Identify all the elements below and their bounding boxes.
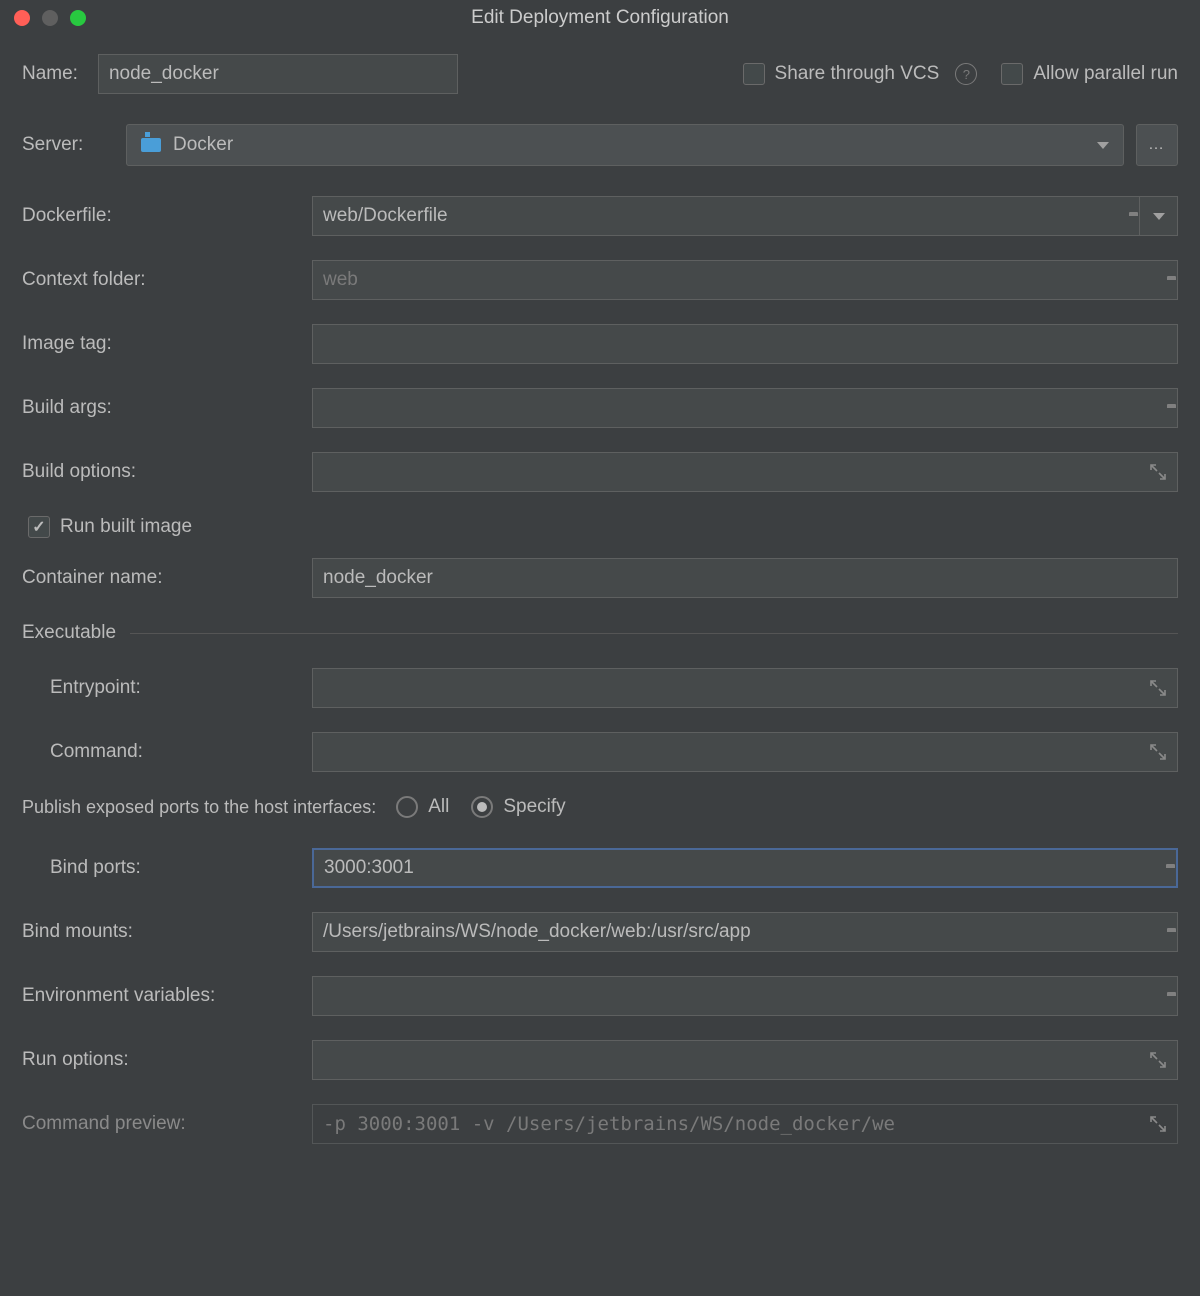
chevron-down-icon xyxy=(1097,142,1109,149)
expand-icon[interactable] xyxy=(1149,1051,1167,1069)
ports-specify-label: Specify xyxy=(503,796,565,818)
publish-ports-label: Publish exposed ports to the host interf… xyxy=(22,797,376,818)
expand-icon[interactable] xyxy=(1149,1115,1167,1133)
bind-ports-input[interactable] xyxy=(312,848,1178,888)
run-options-label: Run options: xyxy=(22,1049,312,1071)
build-options-input[interactable] xyxy=(312,452,1178,492)
build-args-input[interactable] xyxy=(312,388,1178,428)
chevron-down-icon xyxy=(1153,213,1165,220)
run-built-image-checkbox[interactable] xyxy=(28,516,50,538)
ports-all-radio[interactable] xyxy=(396,796,418,818)
dockerfile-input[interactable] xyxy=(312,196,1178,236)
image-tag-label: Image tag: xyxy=(22,333,312,355)
ports-specify-radio[interactable] xyxy=(471,796,493,818)
expand-icon[interactable] xyxy=(1149,743,1167,761)
server-browse-button[interactable]: … xyxy=(1136,124,1178,166)
share-vcs-label: Share through VCS xyxy=(775,63,940,85)
entrypoint-input[interactable] xyxy=(312,668,1178,708)
share-vcs-checkbox[interactable] xyxy=(743,63,765,85)
expand-icon[interactable] xyxy=(1149,679,1167,697)
window-title: Edit Deployment Configuration xyxy=(0,7,1200,29)
dockerfile-label: Dockerfile: xyxy=(22,205,312,227)
command-label: Command: xyxy=(22,741,312,763)
run-built-image-label: Run built image xyxy=(60,516,192,538)
build-args-label: Build args: xyxy=(22,397,312,419)
bind-ports-label: Bind ports: xyxy=(22,857,312,879)
entrypoint-label: Entrypoint: xyxy=(22,677,312,699)
context-folder-label: Context folder: xyxy=(22,269,312,291)
divider xyxy=(130,633,1178,634)
expand-icon[interactable] xyxy=(1149,463,1167,481)
command-preview-label: Command preview: xyxy=(22,1113,312,1135)
image-tag-input[interactable] xyxy=(312,324,1178,364)
build-options-label: Build options: xyxy=(22,461,312,483)
run-options-input[interactable] xyxy=(312,1040,1178,1080)
command-preview-field xyxy=(312,1104,1178,1144)
server-value: Docker xyxy=(173,134,233,156)
docker-icon xyxy=(141,138,161,152)
executable-section-label: Executable xyxy=(22,622,116,644)
allow-parallel-checkbox[interactable] xyxy=(1001,63,1023,85)
bind-mounts-input[interactable] xyxy=(312,912,1178,952)
allow-parallel-label: Allow parallel run xyxy=(1033,63,1178,85)
context-folder-input[interactable] xyxy=(312,260,1178,300)
bind-mounts-label: Bind mounts: xyxy=(22,921,312,943)
env-vars-input[interactable] xyxy=(312,976,1178,1016)
ports-all-label: All xyxy=(428,796,449,818)
container-name-label: Container name: xyxy=(22,567,312,589)
command-input[interactable] xyxy=(312,732,1178,772)
container-name-input[interactable] xyxy=(312,558,1178,598)
server-select[interactable]: Docker xyxy=(126,124,1124,166)
help-icon[interactable]: ? xyxy=(955,63,977,85)
name-input[interactable] xyxy=(98,54,458,94)
titlebar: Edit Deployment Configuration xyxy=(0,0,1200,36)
dockerfile-dropdown-button[interactable] xyxy=(1139,197,1177,235)
env-vars-label: Environment variables: xyxy=(22,985,312,1007)
server-label: Server: xyxy=(22,134,114,156)
name-label: Name: xyxy=(22,63,78,85)
